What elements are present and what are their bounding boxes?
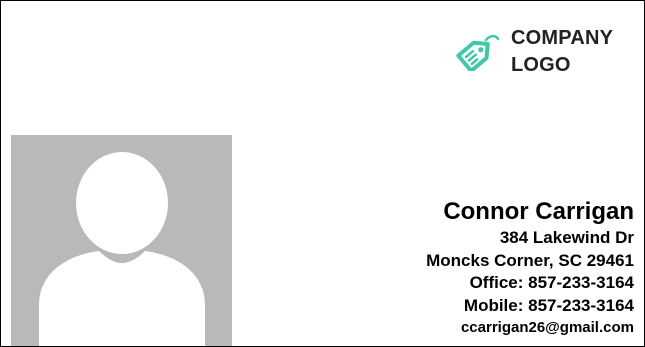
company-logo-line1: COMPANY: [511, 27, 614, 49]
person-silhouette-icon: [11, 135, 232, 346]
contact-city-state-zip: Moncks Corner, SC 29461: [426, 250, 634, 270]
company-logo-text: COMPANY LOGO: [511, 25, 613, 79]
company-logo-line2: LOGO: [511, 54, 571, 76]
business-card: COMPANY LOGO Connor Carrigan 384 Lakewin…: [0, 0, 645, 347]
profile-photo-placeholder: [11, 135, 232, 346]
contact-street: 384 Lakewind Dr: [499, 228, 634, 247]
contact-office-phone: Office: 857-233-3164: [469, 273, 634, 292]
contact-name: Connor Carrigan: [443, 198, 634, 225]
company-logo: COMPANY LOGO: [455, 25, 635, 85]
contact-email: ccarrigan26@gmail.com: [460, 319, 634, 336]
contact-mobile-phone: Mobile: 857-233-3164: [463, 295, 634, 315]
price-tag-icon: [455, 31, 501, 73]
contact-info: Connor Carrigan 384 Lakewind Dr Moncks C…: [426, 197, 634, 338]
